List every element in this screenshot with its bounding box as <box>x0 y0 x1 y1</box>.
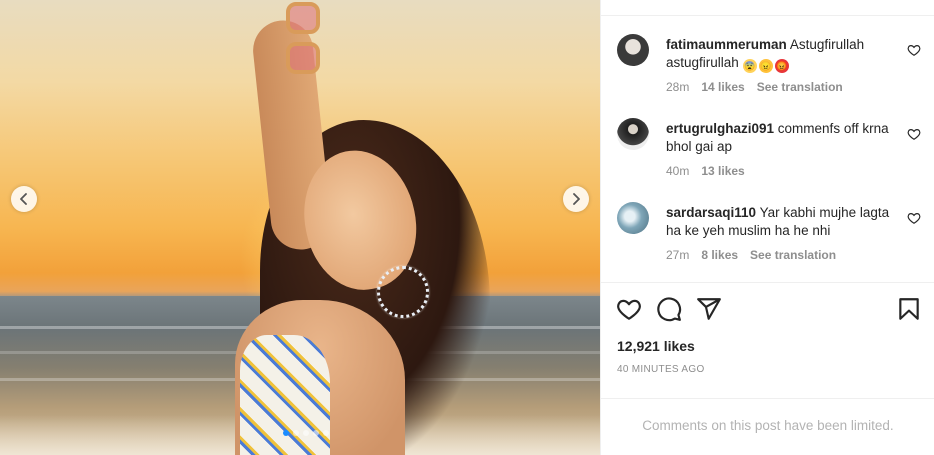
comment-username[interactable]: fatimaummeruman <box>666 37 787 52</box>
comment-meta: 28m 14 likes See translation <box>666 80 843 94</box>
comment-like-heart-icon[interactable] <box>907 211 921 225</box>
see-translation-button[interactable]: See translation <box>750 248 836 262</box>
comments-limited-notice: Comments on this post have been limited. <box>642 418 894 433</box>
comment-username[interactable]: sardarsaqi110 <box>666 205 756 220</box>
comment-username[interactable]: ertugrulghazi091 <box>666 121 774 136</box>
comment-meta: 27m 8 likes See translation <box>666 248 836 262</box>
likes-count[interactable]: 12,921 likes <box>617 338 695 354</box>
carousel-dot <box>313 430 319 436</box>
sunglasses <box>286 0 320 80</box>
comment-likes[interactable]: 8 likes <box>701 248 738 262</box>
chevron-right-icon <box>573 193 580 205</box>
bookmark-icon[interactable] <box>896 296 922 322</box>
carousel-dot <box>293 430 299 436</box>
divider <box>601 15 934 16</box>
comment-time[interactable]: 40m <box>666 164 689 178</box>
heart-icon[interactable] <box>616 296 642 322</box>
emoji-angry: 😠 <box>758 59 773 73</box>
comment-likes[interactable]: 14 likes <box>701 80 744 94</box>
comment-like-heart-icon[interactable] <box>907 127 921 141</box>
avatar[interactable] <box>617 202 649 234</box>
carousel-indicator <box>283 430 329 436</box>
send-icon[interactable] <box>696 296 722 322</box>
carousel-next-button[interactable] <box>563 186 589 212</box>
comment-text: sardarsaqi110 Yar kabhi mujhe lagta ha k… <box>666 204 898 240</box>
carousel-dot <box>283 430 289 436</box>
comment-like-heart-icon[interactable] <box>907 43 921 57</box>
patterned-top <box>240 335 330 455</box>
divider <box>601 282 934 283</box>
carousel-dot <box>303 430 309 436</box>
hoop-earring <box>377 266 429 318</box>
divider <box>601 398 934 399</box>
comment-meta: 40m 13 likes <box>666 164 745 178</box>
emoji-pouting: 😡 <box>774 59 789 73</box>
see-translation-button[interactable]: See translation <box>757 80 843 94</box>
carousel-prev-button[interactable] <box>11 186 37 212</box>
comment-icon[interactable] <box>656 296 682 322</box>
post-side-panel: fatimaummeruman Astugfirullah astugfirul… <box>600 0 934 455</box>
emoji-fearful: 😨 <box>742 59 757 73</box>
avatar[interactable] <box>617 118 649 150</box>
carousel-dot <box>323 430 329 436</box>
chevron-left-icon <box>20 193 27 205</box>
comment-text: ertugrulghazi091 commenfs off krna bhol … <box>666 120 898 156</box>
comment-time[interactable]: 27m <box>666 248 689 262</box>
post-timestamp[interactable]: 40 MINUTES AGO <box>617 364 705 375</box>
comment-text: fatimaummeruman Astugfirullah astugfirul… <box>666 36 898 73</box>
comment-likes[interactable]: 13 likes <box>701 164 744 178</box>
avatar[interactable] <box>617 34 649 66</box>
comment-time[interactable]: 28m <box>666 80 689 94</box>
post-media[interactable] <box>0 0 600 455</box>
